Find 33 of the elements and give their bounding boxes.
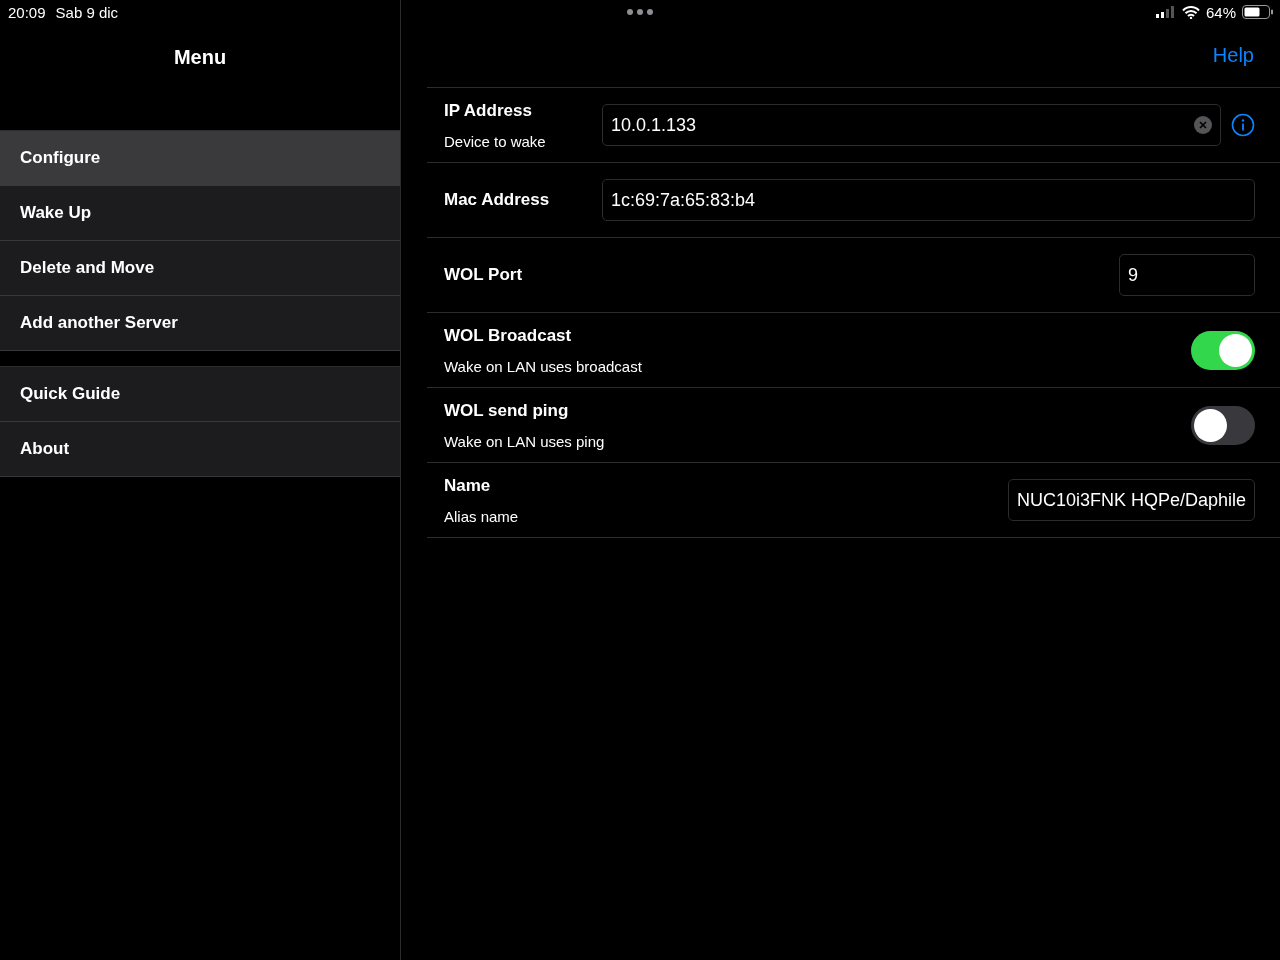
menu-item[interactable]: Quick Guide [0, 367, 400, 422]
signal-icon [1155, 6, 1176, 18]
menu-item[interactable]: Configure [0, 131, 400, 186]
sidebar-title: Menu [173, 46, 227, 68]
text-field[interactable]: 1c:69:7a:65:83:b4 [602, 179, 1255, 221]
status-date: Sab 9 dic [55, 3, 119, 21]
toggle-subtitle: Wake on LAN uses ping [444, 432, 606, 450]
field-subtitle: Device to wake [444, 132, 547, 150]
toggle-switch[interactable] [1191, 330, 1255, 370]
text-field[interactable]: 10.0.1.133 [602, 104, 1221, 146]
info-icon[interactable] [1231, 113, 1255, 137]
menu-item[interactable]: About [0, 422, 400, 477]
text-field[interactable]: 9 [1119, 254, 1255, 296]
field-label: IP Address [444, 100, 533, 121]
menu-item[interactable]: Wake Up [0, 186, 400, 241]
battery-icon [1242, 5, 1274, 19]
battery-percent: 64% [1205, 3, 1236, 21]
field-label: Mac Address [444, 190, 551, 210]
toggle-label: WOL Broadcast [444, 325, 573, 346]
field-label: Name [444, 475, 492, 496]
text-field[interactable]: NUC10i3FNK HQPe/Daphile [1007, 479, 1255, 521]
status-time: 20:09 [8, 3, 46, 21]
help-link[interactable]: Help [1212, 44, 1254, 67]
toggle-subtitle: Wake on LAN uses broadcast [444, 357, 643, 375]
clear-icon[interactable] [1194, 116, 1212, 134]
field-subtitle: Alias name [444, 507, 520, 525]
menu-item[interactable]: Add another Server [0, 296, 400, 351]
menu-item[interactable]: Delete and Move [0, 241, 400, 296]
more-icon[interactable] [626, 8, 654, 16]
toggle-switch[interactable] [1191, 405, 1255, 445]
toggle-label: WOL send ping [444, 400, 570, 421]
field-label: WOL Port [444, 265, 524, 285]
wifi-icon [1181, 5, 1200, 19]
